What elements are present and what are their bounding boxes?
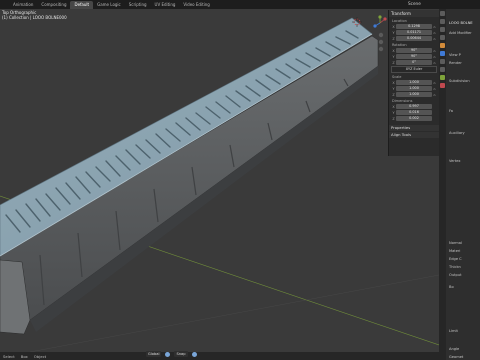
- status-box: Box: [20, 353, 28, 359]
- prop-row: Edge C: [449, 257, 462, 261]
- prop-row: Output: [449, 273, 462, 277]
- prop-row: Render: [449, 61, 462, 65]
- lock-icon[interactable]: ⌂: [432, 55, 437, 59]
- prop-row: Geomet: [449, 355, 464, 359]
- particles-tab-icon[interactable]: [440, 59, 445, 64]
- scale-z-field[interactable]: 1.000: [396, 92, 432, 97]
- sidebar-transform-panel: Transform Location X 0.1298 ⌂ Y 0.01171 …: [388, 10, 439, 156]
- lock-icon[interactable]: ⌂: [432, 31, 437, 35]
- location-x-field[interactable]: 0.1298: [396, 24, 432, 29]
- physics-tab-icon[interactable]: [440, 67, 445, 72]
- tab-compositing[interactable]: Compositing: [37, 1, 70, 9]
- prop-row: Materi: [449, 249, 461, 253]
- lock-icon[interactable]: ⌂: [432, 93, 437, 97]
- menu-spacer: [0, 1, 9, 9]
- modifier-tab-icon[interactable]: [440, 51, 445, 56]
- lock-icon[interactable]: ⌂: [432, 49, 437, 53]
- data-tab-icon[interactable]: [440, 75, 445, 80]
- status-select: Select: [3, 353, 15, 359]
- dimensions-z-row: Z 0.002: [391, 116, 437, 121]
- prop-row: Subdivision: [449, 79, 470, 83]
- scene-selector[interactable]: Scene: [408, 1, 421, 6]
- render-tab-icon[interactable]: [440, 19, 445, 24]
- rotation-mode-select[interactable]: XYZ Euler: [391, 66, 437, 73]
- add-modifier-button[interactable]: Add Modifier: [449, 31, 472, 35]
- properties-tab-strip: [439, 9, 446, 360]
- status-bar: Select Box Object: [0, 352, 439, 360]
- rotation-x-field[interactable]: 90°: [396, 48, 432, 53]
- object-name[interactable]: LOOO BOLNE: [449, 21, 473, 25]
- dimensions-label: Dimensions: [392, 99, 413, 103]
- lock-icon[interactable]: ⌂: [432, 61, 437, 65]
- rotation-z-row: Z 0° ⌂: [391, 60, 437, 65]
- navigation-gizmo[interactable]: [372, 15, 388, 55]
- transform-header[interactable]: Transform: [389, 10, 439, 17]
- scale-x-field[interactable]: 1.000: [396, 80, 432, 85]
- rotation-label: Rotation: [392, 43, 407, 47]
- properties-editor: LOOO BOLNE Add Modifier View P Render Su…: [446, 9, 480, 360]
- tab-animation[interactable]: Animation: [9, 1, 37, 9]
- prop-row: Thickn: [449, 265, 461, 269]
- rotation-x-row: X 90° ⌂: [391, 48, 437, 53]
- lock-icon[interactable]: ⌂: [432, 25, 437, 29]
- rotation-y-field[interactable]: 90°: [396, 54, 432, 59]
- view-layer-tab-icon[interactable]: [440, 35, 445, 40]
- align-tools-subpanel[interactable]: Align Tools: [389, 132, 439, 138]
- prop-row: Limit: [449, 329, 458, 333]
- prop-row: Angle: [449, 347, 460, 351]
- lock-icon[interactable]: ⌂: [432, 37, 437, 41]
- prop-row: Fa: [449, 109, 453, 113]
- lock-icon[interactable]: ⌂: [432, 87, 437, 91]
- location-z-field[interactable]: 0.00644: [396, 36, 432, 41]
- object-tab-icon[interactable]: [440, 43, 445, 48]
- viewport-footer-tools: Global Snap: [146, 351, 197, 357]
- tab-default[interactable]: Default: [70, 0, 94, 9]
- tab-scripting[interactable]: Scripting: [125, 1, 151, 9]
- dimensions-x-row: X 0.997: [391, 104, 437, 109]
- rotation-z-field[interactable]: 0°: [396, 60, 432, 65]
- collection-label: (1) Collection | LOOO BOLNE000: [2, 15, 67, 20]
- rotation-y-row: Y 90° ⌂: [391, 54, 437, 59]
- tab-uv-editing[interactable]: UV Editing: [151, 1, 180, 9]
- dimensions-y-field[interactable]: 0.016: [396, 110, 432, 115]
- scale-x-row: X 1.000 ⌂: [391, 80, 437, 85]
- snap-toggle[interactable]: Snap: [174, 351, 188, 357]
- tab-video-editing[interactable]: Video Editing: [179, 1, 213, 9]
- scale-label: Scale: [392, 75, 402, 79]
- prop-row: Auxiliary: [449, 131, 465, 135]
- prop-row: Normal: [449, 241, 463, 245]
- prop-row: Bo: [449, 285, 454, 289]
- pivot-icon[interactable]: [165, 351, 171, 357]
- dimensions-x-field[interactable]: 0.997: [396, 104, 432, 109]
- viewport-scene: [0, 17, 439, 352]
- prop-row: View P: [449, 53, 461, 57]
- location-z-row: Z 0.00644 ⌂: [391, 36, 437, 41]
- location-y-row: Y 0.01171 ⌂: [391, 30, 437, 35]
- material-tab-icon[interactable]: [440, 83, 445, 88]
- output-tab-icon[interactable]: [440, 27, 445, 32]
- scale-y-field[interactable]: 1.000: [396, 86, 432, 91]
- location-y-field[interactable]: 0.01171: [396, 30, 432, 35]
- scale-y-row: Y 1.000 ⌂: [391, 86, 437, 91]
- dimensions-y-row: Y 0.016: [391, 110, 437, 115]
- tab-game-logic[interactable]: Game Logic: [93, 1, 125, 9]
- lock-icon[interactable]: ⌂: [432, 81, 437, 85]
- grate-top: [0, 17, 373, 257]
- prop-row: Vertex: [449, 159, 461, 163]
- scale-z-row: Z 1.000 ⌂: [391, 92, 437, 97]
- location-label: Location: [392, 19, 407, 23]
- grate-rim: [0, 33, 373, 257]
- proportional-edit-icon[interactable]: [191, 351, 197, 357]
- orientation-dropdown[interactable]: Global: [146, 351, 162, 357]
- properties-subpanel[interactable]: Properties: [389, 125, 439, 131]
- status-object: Object: [33, 353, 47, 359]
- 3d-viewport[interactable]: Top Orthographic (1) Collection | LOOO B…: [0, 9, 439, 352]
- location-x-row: X 0.1298 ⌂: [391, 24, 437, 29]
- dimensions-z-field[interactable]: 0.002: [396, 116, 432, 121]
- tool-tab-icon[interactable]: [440, 11, 445, 16]
